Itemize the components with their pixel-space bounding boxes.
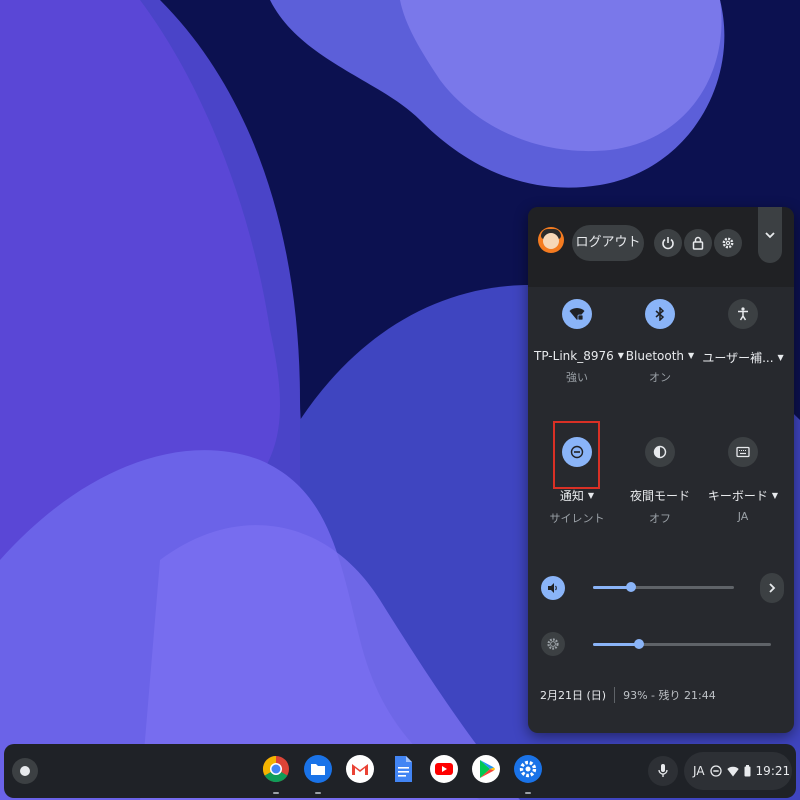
- tile-wifi[interactable]: TP-Link_8976 ▼ 強い: [534, 299, 624, 385]
- notifications-dropdown-caret[interactable]: ▼: [588, 491, 594, 500]
- chrome-running-indicator: [273, 792, 279, 794]
- ime-indicator: JA: [693, 764, 705, 778]
- quick-settings-footer: 2月21日 (日) 93% - 残り 21:44: [540, 687, 716, 703]
- app-docs[interactable]: [387, 754, 417, 784]
- notifications-highlight-box: [553, 421, 600, 489]
- notifications-label: 通知: [559, 489, 584, 503]
- microphone-icon: [658, 764, 668, 777]
- night-light-icon[interactable]: [645, 437, 675, 467]
- tile-bluetooth[interactable]: Bluetooth ▼ オン: [617, 299, 703, 385]
- app-play-store[interactable]: [471, 754, 501, 784]
- audio-settings-button[interactable]: [760, 573, 784, 603]
- play-store-icon: [472, 755, 500, 783]
- volume-mute-button[interactable]: [541, 576, 565, 600]
- clock: 19:21: [755, 764, 791, 778]
- wifi-label: TP-Link_8976: [534, 349, 614, 363]
- docs-icon: [395, 756, 412, 782]
- voice-input-button[interactable]: [648, 756, 678, 786]
- lock-icon: [692, 236, 704, 250]
- user-avatar[interactable]: [538, 227, 564, 253]
- volume-slider-knob[interactable]: [626, 582, 637, 592]
- app-settings[interactable]: [513, 754, 543, 794]
- night-light-label: 夜間モード: [629, 489, 690, 503]
- tile-accessibility[interactable]: ユーザー補... ▼: [700, 299, 786, 366]
- app-files[interactable]: [303, 754, 333, 794]
- accessibility-dropdown-caret[interactable]: ▼: [778, 353, 784, 362]
- settings-button[interactable]: [714, 229, 742, 257]
- accessibility-label: ユーザー補...: [702, 351, 774, 365]
- battery-status[interactable]: 93% - 残り 21:44: [623, 687, 716, 703]
- notifications-status: サイレント: [549, 512, 605, 525]
- battery-icon: [744, 765, 751, 777]
- bluetooth-status: オン: [649, 371, 671, 384]
- power-button[interactable]: [654, 229, 682, 257]
- app-gmail[interactable]: [345, 754, 375, 784]
- gmail-icon: [346, 755, 374, 783]
- keyboard-dropdown-caret[interactable]: ▼: [772, 491, 778, 500]
- do-not-disturb-icon: [709, 765, 722, 777]
- wifi-status: 強い: [566, 371, 588, 384]
- app-youtube[interactable]: [429, 754, 459, 784]
- launcher-icon: [20, 766, 30, 776]
- brightness-slider-knob[interactable]: [634, 639, 645, 649]
- gear-icon: [722, 237, 734, 249]
- footer-divider: [614, 687, 616, 703]
- tile-night-light[interactable]: 夜間モード オフ: [617, 437, 703, 526]
- chevron-right-icon: [769, 583, 776, 593]
- keyboard-label: キーボード: [707, 489, 768, 503]
- settings-icon: [514, 755, 542, 783]
- shelf: JA 19:21: [4, 744, 796, 798]
- files-running-indicator: [315, 792, 321, 794]
- speaker-icon: [548, 583, 557, 593]
- brightness-slider[interactable]: [593, 639, 771, 649]
- volume-slider[interactable]: [593, 582, 734, 592]
- keyboard-status: JA: [737, 510, 749, 523]
- chevron-down-icon: [765, 232, 775, 239]
- keyboard-icon[interactable]: [728, 437, 758, 467]
- accessibility-icon[interactable]: [728, 299, 758, 329]
- date-label[interactable]: 2月21日 (日): [540, 687, 606, 703]
- settings-running-indicator: [525, 792, 531, 794]
- youtube-icon: [430, 755, 458, 783]
- power-icon: [662, 237, 674, 250]
- brightness-icon: [547, 638, 559, 650]
- logout-button[interactable]: ログアウト: [572, 225, 644, 261]
- brightness-button: [541, 632, 565, 656]
- chrome-icon: [262, 755, 289, 783]
- app-chrome[interactable]: [261, 754, 291, 794]
- bluetooth-label: Bluetooth: [625, 349, 685, 363]
- bluetooth-icon[interactable]: [645, 299, 675, 329]
- quick-settings-panel: ログアウト TP-Link_8976 ▼ 強い Bluetooth ▼ オン ユ…: [528, 207, 794, 733]
- lock-button[interactable]: [684, 229, 712, 257]
- files-icon: [304, 755, 332, 783]
- brightness-slider-fill: [593, 643, 640, 646]
- launcher-button[interactable]: [12, 758, 38, 784]
- bluetooth-dropdown-caret[interactable]: ▼: [688, 351, 694, 360]
- wifi-icon: [726, 766, 739, 776]
- wifi-icon[interactable]: [562, 299, 592, 329]
- status-tray[interactable]: JA 19:21: [684, 752, 792, 790]
- tile-keyboard[interactable]: キーボード ▼ JA: [700, 437, 786, 523]
- night-light-status: オフ: [649, 512, 671, 525]
- collapse-button[interactable]: [758, 207, 782, 263]
